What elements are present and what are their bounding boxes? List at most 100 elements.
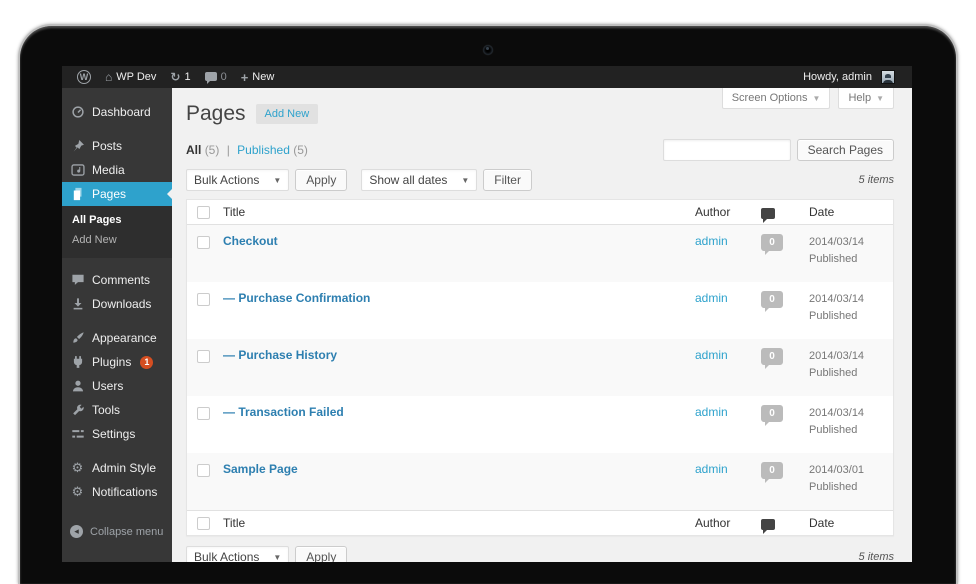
sidebar-item-media[interactable]: Media <box>62 158 172 182</box>
author-link[interactable]: admin <box>695 462 761 476</box>
comment-count: 0 <box>769 408 775 419</box>
view-all-link[interactable]: All <box>186 143 201 157</box>
webcam-dot <box>483 45 493 55</box>
brush-icon <box>70 331 85 345</box>
search-pages-button[interactable]: Search Pages <box>797 139 894 161</box>
comment-count-bubble[interactable]: 0 <box>761 291 783 308</box>
chevron-down-icon: ▼ <box>461 176 469 185</box>
column-header-title[interactable]: Title <box>223 205 695 219</box>
page-title: Pages <box>186 102 246 126</box>
page-title-link[interactable]: — Purchase Confirmation <box>223 291 695 305</box>
bulk-actions-label: Bulk Actions <box>194 173 259 187</box>
comment-count: 0 <box>769 237 775 248</box>
author-link[interactable]: admin <box>695 234 761 248</box>
dashboard-icon <box>70 105 85 119</box>
comments-column-icon[interactable] <box>761 208 775 219</box>
gear-icon <box>70 461 85 475</box>
sidebar-item-settings[interactable]: Settings <box>62 422 172 446</box>
items-count-bottom: 5 items <box>859 551 894 562</box>
page-title-link[interactable]: Checkout <box>223 234 695 248</box>
row-checkbox[interactable] <box>197 464 210 477</box>
comment-count-bubble[interactable]: 0 <box>761 462 783 479</box>
sidebar-item-label: Appearance <box>92 331 157 345</box>
laptop-frame: W WP Dev 1 0 New Howdy, admin <box>18 24 958 584</box>
submenu-item-label: Add New <box>72 234 117 246</box>
chevron-down-icon: ▼ <box>273 553 281 562</box>
select-all-checkbox[interactable] <box>197 206 210 219</box>
screen-options-tab[interactable]: Screen Options ▼ <box>722 88 831 109</box>
date-cell: 2014/03/14Published <box>809 405 893 438</box>
new-content-menu[interactable]: New <box>234 66 282 88</box>
table-row: Sample Page admin 0 2014/03/01Published <box>187 453 893 510</box>
page-title-link[interactable]: Sample Page <box>223 462 695 476</box>
my-account-menu[interactable]: Howdy, admin <box>796 66 902 88</box>
site-link[interactable]: WP Dev <box>98 66 163 88</box>
row-checkbox[interactable] <box>197 293 210 306</box>
sidebar-item-admin-style[interactable]: Admin Style <box>62 456 172 480</box>
user-avatar <box>881 70 895 84</box>
view-published-link[interactable]: Published <box>237 143 290 157</box>
sidebar-item-downloads[interactable]: Downloads <box>62 292 172 316</box>
author-link[interactable]: admin <box>695 405 761 419</box>
page-title-link[interactable]: — Transaction Failed <box>223 405 695 419</box>
row-checkbox[interactable] <box>197 236 210 249</box>
wordpress-logo-menu[interactable]: W <box>70 66 98 88</box>
sidebar-item-pages[interactable]: Pages <box>62 182 172 206</box>
add-new-button[interactable]: Add New <box>256 104 319 124</box>
sidebar-item-appearance[interactable]: Appearance <box>62 326 172 350</box>
submenu-item-add-new[interactable]: Add New <box>62 230 172 250</box>
sidebar-item-label: Comments <box>92 273 150 287</box>
help-label: Help <box>848 92 871 104</box>
bulk-actions-select-bottom[interactable]: Bulk Actions ▼ <box>186 546 289 562</box>
author-link[interactable]: admin <box>695 348 761 362</box>
sidebar-item-comments[interactable]: Comments <box>62 268 172 292</box>
page-title-link[interactable]: — Purchase History <box>223 348 695 362</box>
comments-column-icon[interactable] <box>761 519 775 530</box>
select-all-checkbox[interactable] <box>197 517 210 530</box>
comments-link[interactable]: 0 <box>198 66 234 88</box>
date-cell: 2014/03/14Published <box>809 234 893 267</box>
search-input[interactable] <box>663 139 791 161</box>
apply-button[interactable]: Apply <box>295 169 347 191</box>
row-checkbox[interactable] <box>197 407 210 420</box>
comment-count: 0 <box>769 351 775 362</box>
submenu-item-all-pages[interactable]: All Pages <box>62 210 172 230</box>
comment-count-bubble[interactable]: 0 <box>761 234 783 251</box>
help-tab[interactable]: Help ▼ <box>838 88 894 109</box>
comment-count-bubble[interactable]: 0 <box>761 405 783 422</box>
sidebar-item-dashboard[interactable]: Dashboard <box>62 100 172 124</box>
filter-button[interactable]: Filter <box>483 169 532 191</box>
comment-count-bubble[interactable]: 0 <box>761 348 783 365</box>
sidebar-item-label: Notifications <box>92 485 157 499</box>
sidebar-item-tools[interactable]: Tools <box>62 398 172 422</box>
column-footer-date[interactable]: Date <box>809 516 893 530</box>
column-footer-title[interactable]: Title <box>223 516 695 530</box>
plus-icon <box>241 71 249 84</box>
update-count: 1 <box>184 71 190 83</box>
bulk-actions-select[interactable]: Bulk Actions ▼ <box>186 169 289 191</box>
apply-button-bottom[interactable]: Apply <box>295 546 347 562</box>
dates-filter-select[interactable]: Show all dates ▼ <box>361 169 477 191</box>
author-link[interactable]: admin <box>695 291 761 305</box>
column-footer-author: Author <box>695 516 761 530</box>
comment-count: 0 <box>769 294 775 305</box>
sidebar-item-posts[interactable]: Posts <box>62 134 172 158</box>
updates-link[interactable]: 1 <box>163 66 197 88</box>
column-header-date[interactable]: Date <box>809 205 893 219</box>
main-content: Screen Options ▼ Help ▼ Pages Add New Al… <box>172 88 912 562</box>
status-text: Published <box>809 479 893 496</box>
sidebar-item-notifications[interactable]: Notifications <box>62 480 172 504</box>
row-checkbox[interactable] <box>197 350 210 363</box>
comment-bubble-icon <box>205 72 217 81</box>
sidebar-item-label: Downloads <box>92 297 151 311</box>
pages-icon <box>70 187 85 201</box>
menu-separator <box>62 446 172 456</box>
comment-count: 0 <box>769 465 775 476</box>
sidebar-item-users[interactable]: Users <box>62 374 172 398</box>
status-text: Published <box>809 251 893 268</box>
media-icon <box>70 163 85 177</box>
collapse-menu-button[interactable]: Collapse menu <box>62 520 172 543</box>
sidebar-item-plugins[interactable]: Plugins 1 <box>62 350 172 374</box>
menu-separator <box>62 124 172 134</box>
collapse-arrow-icon <box>70 525 83 538</box>
